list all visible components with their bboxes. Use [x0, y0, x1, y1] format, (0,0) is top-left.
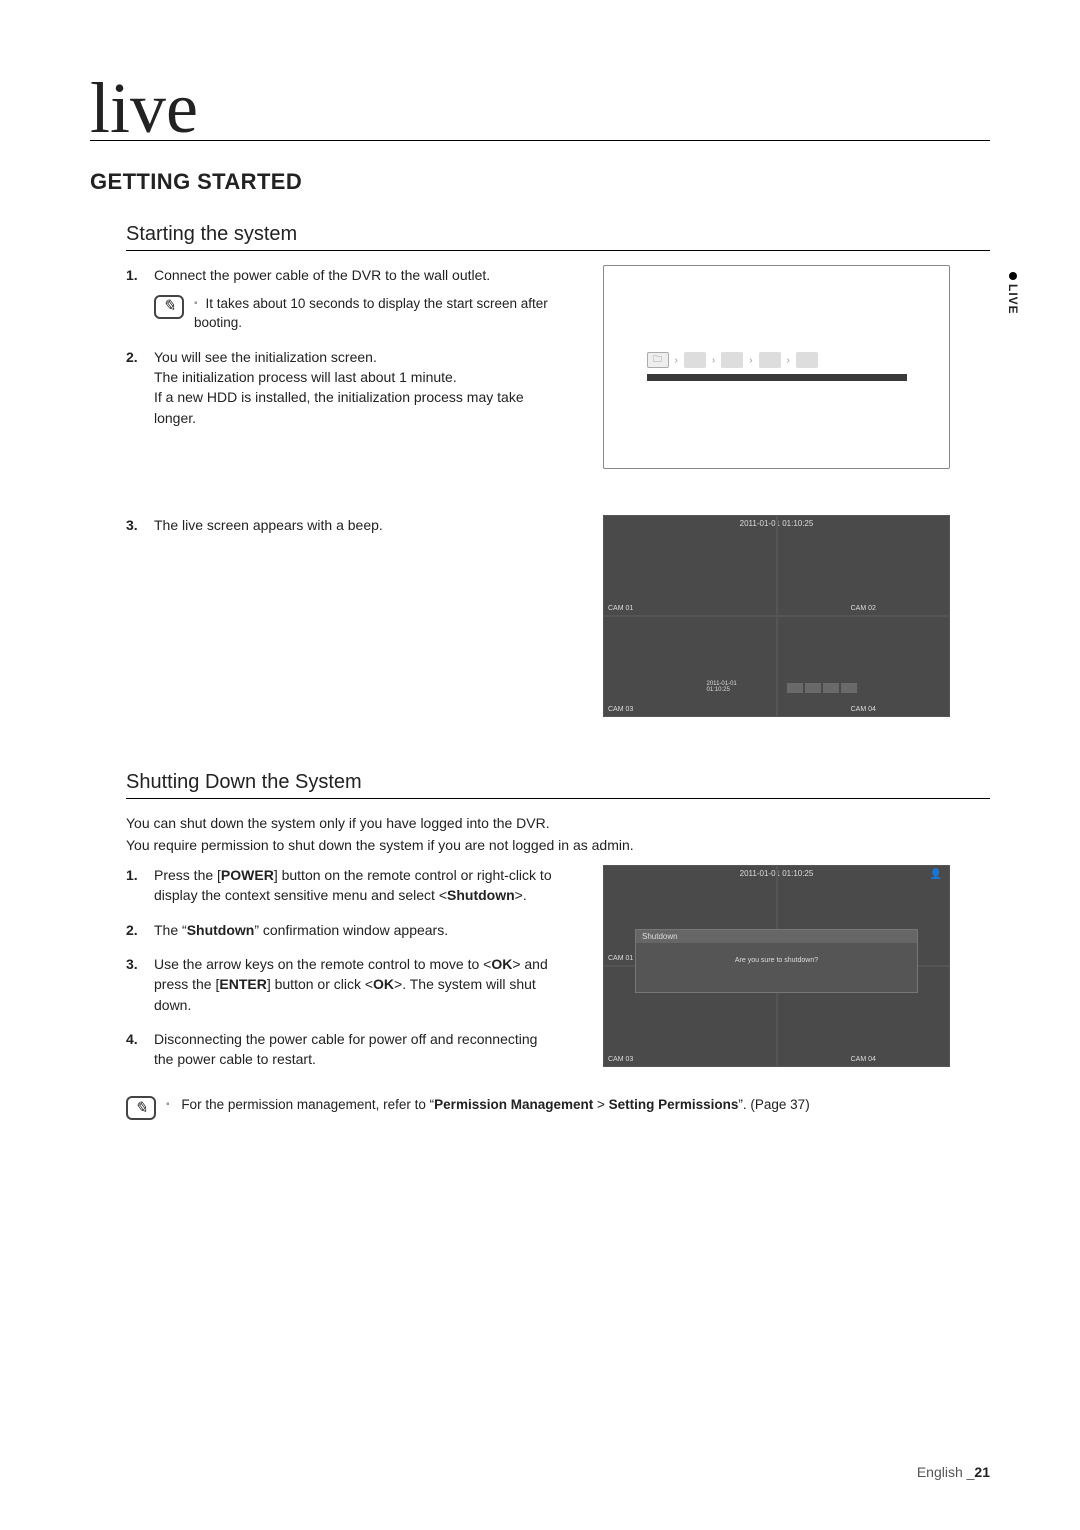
- dialog-title: Shutdown: [636, 930, 917, 943]
- cam-label: CAM 04: [851, 706, 876, 713]
- subsection-starting: Starting the system: [126, 223, 990, 251]
- dialog-body: Are you sure to shutdown?: [636, 943, 917, 964]
- step-1: Connect the power cable of the DVR to th…: [126, 265, 560, 333]
- cam-label: CAM 03: [608, 1056, 633, 1063]
- section-heading: GETTING STARTED: [90, 169, 990, 195]
- toolbar-icon: [823, 683, 839, 693]
- small-timestamp: 2011-01-01 01:10:25: [707, 681, 737, 693]
- layout-icon: [787, 683, 803, 693]
- cam-label: CAM 02: [851, 605, 876, 612]
- cam-label: CAM 03: [608, 706, 633, 713]
- init-screen: 🗀 › › › ›: [603, 265, 950, 469]
- step-1-text: Connect the power cable of the DVR to th…: [154, 267, 490, 283]
- chevron-icon: ›: [712, 355, 715, 366]
- progress-bar: [647, 374, 907, 381]
- bullet-icon: [1009, 272, 1017, 280]
- page-footer: English _21: [917, 1464, 990, 1480]
- cam-label: CAM 04: [851, 1056, 876, 1063]
- shutdown-step-2: The “Shutdown” confirmation window appea…: [126, 920, 560, 940]
- step-3: The live screen appears with a beep.: [126, 515, 560, 535]
- note-2: ✎ For the permission management, refer t…: [126, 1096, 990, 1120]
- chevron-icon: ›: [675, 355, 678, 366]
- shutdown-intro-1: You can shut down the system only if you…: [126, 813, 990, 833]
- shutdown-screen: 2011-01-01 01:10:25 👤 CAM 01 CAM 03 CAM …: [603, 865, 950, 1067]
- note-2-text: For the permission management, refer to …: [166, 1096, 990, 1115]
- cam-label: CAM 01: [608, 955, 633, 962]
- note-icon: ✎: [154, 295, 184, 319]
- note-1-text: It takes about 10 seconds to display the…: [194, 295, 560, 333]
- toolbar: [787, 683, 857, 693]
- chevron-icon: ›: [749, 355, 752, 366]
- shutdown-dialog: Shutdown Are you sure to shutdown?: [635, 929, 918, 993]
- shutdown-intro-2: You require permission to shut down the …: [126, 835, 990, 855]
- live-screen: 2011-01-01 01:10:25 CAM 01 CAM 02 CAM 03…: [603, 515, 950, 717]
- subsection-shutting: Shutting Down the System: [126, 771, 990, 799]
- init-icon-3: [721, 352, 743, 368]
- cam-label: CAM 01: [608, 605, 633, 612]
- step-3-text: The live screen appears with a beep.: [154, 517, 383, 533]
- note-icon: ✎: [126, 1096, 156, 1120]
- chapter-title: live: [90, 80, 990, 141]
- toolbar-icon: [841, 683, 857, 693]
- page-number: 21: [974, 1464, 990, 1480]
- init-icon-4: [759, 352, 781, 368]
- step-2: You will see the initialization screen. …: [126, 347, 560, 428]
- shutdown-step-4: Disconnecting the power cable for power …: [126, 1029, 560, 1070]
- note-1: ✎ It takes about 10 seconds to display t…: [154, 295, 560, 333]
- side-tab: LIVE: [1006, 272, 1020, 315]
- shutdown-step-3: Use the arrow keys on the remote control…: [126, 954, 560, 1015]
- init-icon-5: [796, 352, 818, 368]
- footer-lang: English _: [917, 1464, 975, 1480]
- side-tab-label: LIVE: [1006, 284, 1020, 315]
- chevron-icon: ›: [787, 355, 790, 366]
- step-2-text: You will see the initialization screen. …: [154, 349, 524, 426]
- shutdown-step-1: Press the [POWER] button on the remote c…: [126, 865, 560, 906]
- toolbar-icon: [805, 683, 821, 693]
- hdd-icon: 🗀: [647, 352, 669, 368]
- init-icon-2: [684, 352, 706, 368]
